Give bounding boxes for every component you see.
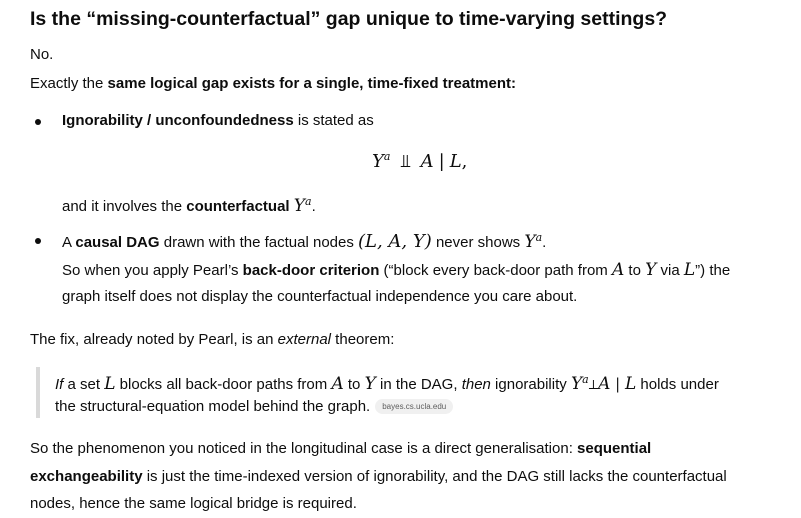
math-symbol-Y: Y bbox=[570, 374, 583, 394]
intro-paragraph: Exactly the same logical gap exists for … bbox=[30, 75, 516, 92]
conclusion-line1: So the phenomenon you noticed in the lon… bbox=[30, 440, 651, 457]
bullet2-text: drawn with the factual nodes bbox=[159, 234, 359, 251]
bullet2-text: to bbox=[624, 262, 646, 279]
eq-comma: , bbox=[461, 151, 468, 172]
math-symbol-L: L bbox=[683, 260, 696, 280]
bullet2-text: A bbox=[62, 234, 76, 251]
answer-text: No. bbox=[30, 46, 54, 63]
quote-emphasis: then bbox=[461, 376, 491, 393]
bullet1-line1: Ignorability / unconfoundedness is state… bbox=[62, 112, 374, 129]
eq-symbol-L: L bbox=[449, 151, 462, 172]
bullet2-line1: A causal DAG drawn with the factual node… bbox=[62, 231, 546, 252]
intro-bold-text: same logical gap exists for a single, ti… bbox=[107, 75, 517, 92]
conclusion-text: is just the time-indexed version of igno… bbox=[142, 468, 727, 485]
fix-paragraph: The fix, already noted by Pearl, is an e… bbox=[30, 331, 394, 348]
eq-symbol-Y: Y bbox=[372, 151, 384, 172]
followup-bold-text: counterfactual bbox=[186, 198, 290, 215]
bullet2-text: (“block every back-door path from bbox=[379, 262, 612, 279]
bullet2-period: . bbox=[542, 234, 547, 251]
conclusion-bold-text: exchangeability bbox=[30, 468, 143, 485]
intro-text: Exactly the bbox=[30, 75, 108, 92]
bullet2-text: via bbox=[656, 262, 684, 279]
dag-nodes-math: (L, A, Y) bbox=[358, 231, 432, 252]
conclusion-line2: exchangeability is just the time-indexed… bbox=[30, 468, 727, 485]
source-citation-badge[interactable]: bayes.cs.ucla.edu bbox=[375, 399, 454, 414]
math-symbol-Y: Y bbox=[645, 260, 657, 280]
bullet2-line2: So when you apply Pearl’s back-door crit… bbox=[62, 260, 730, 280]
blockquote-bar bbox=[36, 367, 40, 418]
math-perp-symbol: ⟂ bbox=[588, 377, 599, 393]
bullet2-text: So when you apply Pearl’s bbox=[62, 262, 243, 279]
fix-text: The fix, already noted by Pearl, is an bbox=[30, 331, 278, 348]
bullet2-bold-text: causal DAG bbox=[75, 234, 160, 251]
followup-text: and it involves the bbox=[62, 198, 187, 215]
bullet-dot bbox=[35, 119, 41, 125]
quote-text: blocks all back-door paths from bbox=[115, 376, 332, 393]
followup-symbol-Y: Y bbox=[293, 196, 306, 216]
bullet2-bold-text: back-door criterion bbox=[242, 262, 380, 279]
bullet1-text: is stated as bbox=[293, 112, 374, 129]
quote-text: to bbox=[343, 376, 365, 393]
math-symbol-Y: Y bbox=[524, 232, 536, 252]
bullet2-line3: graph itself does not display the counte… bbox=[62, 288, 578, 305]
followup-period: . bbox=[311, 198, 316, 215]
conclusion-text: So the phenomenon you noticed in the lon… bbox=[30, 440, 578, 457]
math-symbol-A: A bbox=[611, 260, 625, 280]
quote-text: the structural-equation model behind the… bbox=[55, 398, 371, 415]
math-symbol-Y: Y bbox=[364, 374, 376, 394]
quote-text: ignorability bbox=[490, 376, 571, 393]
bullet2-text: never shows bbox=[431, 234, 525, 251]
eq-conditional-bar: | bbox=[438, 151, 445, 172]
quote-text: holds under bbox=[636, 376, 719, 393]
bullet-dot bbox=[35, 238, 41, 244]
math-symbol-L: L bbox=[624, 374, 637, 394]
conclusion-bold-text: sequential bbox=[577, 440, 652, 457]
math-conditional-bar: | bbox=[610, 375, 625, 393]
quote-text: in the DAG, bbox=[375, 376, 462, 393]
eq-superscript-a: a bbox=[383, 150, 391, 163]
ignorability-equation: Ya ⫫ A | L, bbox=[372, 150, 467, 172]
quote-text: a set bbox=[63, 376, 105, 393]
blockquote-line1: If a set L blocks all back-door paths fr… bbox=[55, 373, 719, 394]
fix-emphasis: external bbox=[277, 331, 332, 348]
fix-text: theorem: bbox=[331, 331, 395, 348]
page-heading: Is the “missing-counterfactual” gap uniq… bbox=[30, 8, 668, 30]
math-symbol-L: L bbox=[104, 374, 116, 394]
blockquote-line2: the structural-equation model behind the… bbox=[55, 398, 454, 415]
bullet1-bold-text: Ignorability / unconfoundedness bbox=[62, 112, 294, 129]
bullet2-text: ”) the bbox=[695, 262, 731, 279]
math-symbol-A: A bbox=[331, 374, 344, 394]
bullet1-followup: and it involves the counterfactual Ya. bbox=[62, 195, 316, 216]
eq-symbol-A: A bbox=[420, 151, 434, 172]
eq-independence-symbol: ⫫ bbox=[400, 151, 411, 172]
math-symbol-A: A bbox=[598, 374, 611, 394]
conclusion-line3: nodes, hence the same logical bridge is … bbox=[30, 495, 357, 512]
